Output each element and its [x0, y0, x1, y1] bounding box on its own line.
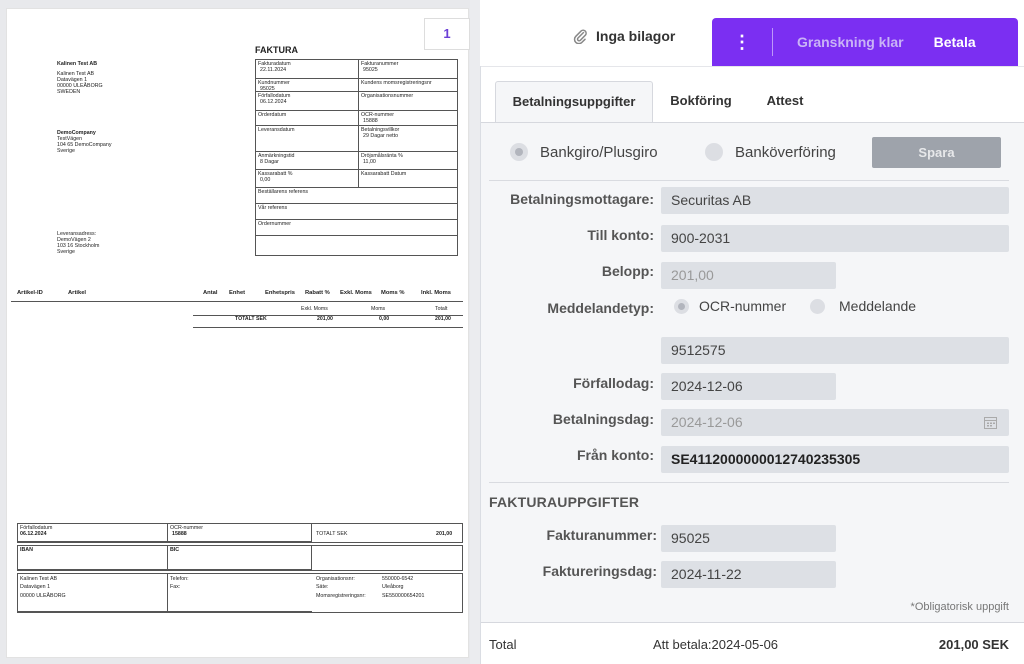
- invoice-page: FAKTURA Kalinen Test AB Kalinen Test AB …: [6, 8, 469, 658]
- message-type-meddelande-radio[interactable]: Meddelande: [810, 298, 916, 314]
- tab-betalningsuppgifter[interactable]: Betalningsuppgifter: [495, 81, 653, 123]
- radio-unselected-icon: [810, 298, 825, 314]
- attachments-button[interactable]: Inga bilagor: [572, 28, 675, 44]
- due-date-label: Förfallodag:: [573, 375, 654, 391]
- tab-bokforing[interactable]: Bokföring: [659, 81, 743, 123]
- header-grid-cell: Förfallodatum 06.12.2024: [256, 92, 359, 111]
- tab-attest[interactable]: Attest: [755, 81, 815, 123]
- payment-date-label: Betalningsdag:: [552, 411, 654, 427]
- action-bar: ⋮ Granskning klar Betala: [712, 18, 1018, 66]
- footer-due-text: Att betala:2024-05-06: [653, 637, 779, 652]
- invoice-date-label: Faktureringsdag:: [542, 563, 657, 579]
- save-button[interactable]: Spara: [872, 137, 1001, 168]
- payment-date-input[interactable]: 2024-12-06: [661, 409, 1009, 436]
- radio-selected-icon: [674, 298, 689, 314]
- to-account-input[interactable]: 900-2031: [661, 225, 1009, 252]
- payment-panel: Inga bilagor ⋮ Granskning klar Betala Be…: [480, 0, 1024, 664]
- panel-toolbar: Inga bilagor ⋮ Granskning klar Betala: [480, 0, 1024, 66]
- recipient-label: Betalningsmottagare:: [510, 191, 654, 207]
- amount-input[interactable]: 201,00: [661, 262, 836, 289]
- header-grid-cell: Fakturadatum 22.11.2024: [256, 60, 359, 79]
- invoice-number-input[interactable]: 95025: [661, 525, 836, 552]
- reference-row: Beställarens referens: [256, 188, 457, 204]
- calendar-icon[interactable]: [984, 416, 997, 429]
- header-grid-cell: Anmärkningstid 8 Dagar: [256, 152, 359, 170]
- reference-row: Vår referens: [256, 204, 457, 220]
- invoice-date-input[interactable]: 2024-11-22: [661, 561, 836, 588]
- article-table-header: Artikel-ID Artikel Antal Enhet Enhetspri…: [17, 290, 451, 296]
- footer-amount: 201,00 SEK: [938, 637, 1009, 652]
- invoice-header-grid: Fakturadatum 22.11.2024 Fakturanummer 95025…: [255, 59, 458, 256]
- header-grid-cell: Fakturanummer 95025: [359, 60, 457, 79]
- header-grid-cell: Orderdatum: [256, 111, 359, 126]
- message-type-label: Meddelandetyp:: [547, 300, 654, 316]
- seller-address: Kalinen Test AB Kalinen Test AB Dataväge…: [57, 61, 103, 96]
- invoice-number-label: Fakturanummer:: [546, 527, 657, 543]
- paperclip-icon: [573, 29, 587, 44]
- header-grid-cell: Leveransdatum: [256, 126, 359, 152]
- payment-form: Bankgiro/Plusgiro Banköverföring Spara B…: [481, 122, 1024, 664]
- due-date-input[interactable]: 2024-12-06: [661, 373, 836, 400]
- amount-label: Belopp:: [601, 263, 654, 279]
- more-menu-icon[interactable]: ⋮: [712, 33, 772, 51]
- required-note: *Obligatorisk uppgift: [910, 601, 1009, 613]
- buyer-address: DemoCompany TestVägen 104 65 DemoCompany…: [57, 130, 112, 155]
- method-bankgiro-radio[interactable]: Bankgiro/Plusgiro: [510, 143, 658, 161]
- ocr-input[interactable]: 9512575: [661, 337, 1009, 364]
- message-type-ocr-radio[interactable]: OCR-nummer: [674, 298, 786, 314]
- company-info-row: Kalinen Test AB Datavägen 1 00000 ULEÅBO…: [17, 573, 463, 613]
- header-grid-cell: Kassarabatt % 0,00: [256, 170, 359, 188]
- radio-unselected-icon: [705, 143, 723, 161]
- total-footer: Total Att betala:2024-05-06 201,00 SEK: [481, 622, 1024, 664]
- attachments-label: Inga bilagor: [596, 28, 676, 44]
- from-account-input[interactable]: SE4112000000012740235305: [661, 446, 1009, 473]
- header-grid-cell: Betalningsvillkor 29 Dagar netto: [359, 126, 457, 152]
- reference-row: Ordernummer: [256, 220, 457, 236]
- to-account-label: Till konto:: [587, 227, 654, 243]
- delivery-address: Leveransadress: DemoVägen 2 103 16 Stock…: [57, 231, 100, 256]
- pay-button[interactable]: Betala: [934, 34, 976, 50]
- footer-total-label: Total: [489, 637, 517, 652]
- header-grid-cell: Kundens momsregistreringsnr: [359, 79, 457, 92]
- header-grid-cell: Dröjsmålsränta % 11,00: [359, 152, 457, 170]
- radio-selected-icon: [510, 143, 528, 161]
- payment-slip-row: Förfallodatum 06.12.2024 OCR-nummer 15888 …: [17, 523, 463, 543]
- header-grid-cell: Organisationsnummer: [359, 92, 457, 111]
- header-grid-cell: OCR-nummer 15888: [359, 111, 457, 126]
- recipient-input[interactable]: Securitas AB: [661, 187, 1009, 214]
- invoice-doc-title: FAKTURA: [255, 45, 298, 55]
- header-grid-cell: Kassarabatt Datum: [359, 170, 457, 188]
- review-done-button[interactable]: Granskning klar: [797, 34, 904, 50]
- page-number-indicator[interactable]: 1: [424, 18, 470, 50]
- invoice-preview: FAKTURA Kalinen Test AB Kalinen Test AB …: [0, 0, 470, 664]
- invoice-section-title: FAKTURAUPPGIFTER: [489, 494, 640, 510]
- bank-row: IBAN BIC: [17, 545, 463, 571]
- panel-content: Betalningsuppgifter Bokföring Attest Ban…: [480, 66, 1024, 664]
- header-grid-cell: Kundnummer 95025: [256, 79, 359, 92]
- method-bankoverforing-radio[interactable]: Banköverföring: [705, 143, 836, 161]
- from-account-label: Från konto:: [577, 447, 654, 463]
- tab-bar: Betalningsuppgifter Bokföring Attest: [481, 66, 1024, 123]
